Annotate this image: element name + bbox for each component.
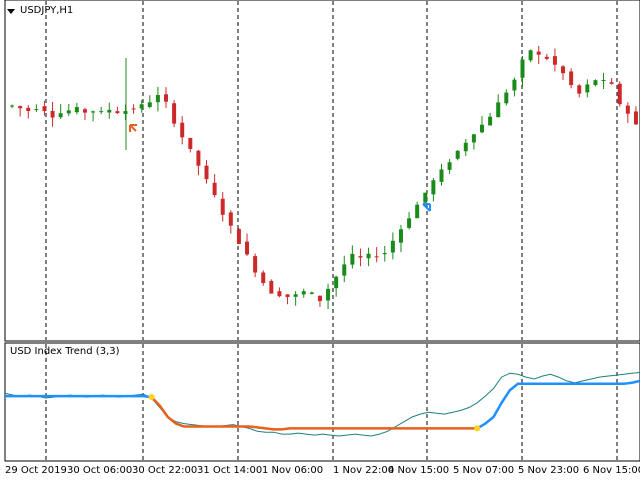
candle-body — [204, 165, 209, 180]
trend-line — [5, 394, 152, 399]
candle-body — [269, 280, 274, 294]
time-axis-label: 5 Nov 23:00 — [518, 465, 580, 476]
candle-body — [58, 113, 63, 118]
candle-body — [123, 111, 128, 114]
candle-body — [277, 291, 282, 297]
candle-body — [317, 295, 322, 302]
candle-body — [544, 56, 549, 59]
time-axis-label: 31 Oct 14:00 — [197, 465, 263, 476]
candle-body — [463, 142, 468, 152]
candle-body — [164, 94, 168, 102]
candle-body — [366, 253, 371, 259]
candle-body — [139, 104, 144, 109]
candle-body — [212, 182, 217, 196]
time-axis-label: 6 Nov 15:00 — [583, 465, 640, 476]
time-axis-label: 1 Nov 22:00 — [333, 465, 395, 476]
candle-body — [285, 294, 290, 298]
candle-body — [390, 240, 395, 253]
candle-body — [309, 292, 314, 294]
candle-body — [407, 218, 412, 228]
candle-body — [423, 192, 428, 203]
candle-body — [431, 180, 436, 195]
candle-body — [601, 79, 606, 81]
candle-body — [34, 109, 39, 111]
candle-body — [585, 84, 590, 93]
candle-body — [415, 204, 420, 219]
candle-body — [504, 92, 509, 104]
candle-body — [520, 59, 525, 78]
time-axis-label: 30 Oct 22:00 — [132, 465, 198, 476]
candle-body — [625, 105, 630, 114]
time-axis-label: 5 Nov 07:00 — [453, 465, 515, 476]
candle-body — [561, 66, 566, 74]
candle-body — [577, 85, 582, 94]
candle-body — [480, 124, 484, 133]
candle-body — [66, 110, 71, 114]
candle-body — [552, 56, 557, 65]
candle-body — [293, 294, 298, 297]
time-axis-label: 29 Oct 2019 — [5, 465, 67, 476]
candle-body — [180, 122, 185, 138]
indicator-panel[interactable] — [4, 342, 640, 462]
price-panel[interactable] — [4, 0, 640, 342]
candle-body — [172, 103, 177, 124]
candle-body — [50, 110, 55, 118]
candle-body — [131, 108, 136, 110]
candle-body — [358, 256, 363, 258]
candle-body — [147, 102, 152, 107]
candle-body — [350, 253, 355, 265]
candle-body — [115, 111, 120, 114]
candle-body — [155, 95, 160, 103]
candle-body — [261, 272, 266, 283]
candle-body — [82, 109, 87, 113]
candle-body — [334, 276, 339, 289]
candle-body — [91, 111, 96, 113]
time-axis-label: 1 Nov 06:00 — [262, 465, 324, 476]
candle-body — [593, 80, 598, 86]
candle-body — [99, 111, 104, 113]
candle-body — [301, 291, 306, 295]
candle-body — [528, 50, 533, 61]
candle-body — [42, 106, 47, 112]
candle-body — [382, 253, 387, 255]
time-axis-label: 4 Nov 15:00 — [388, 465, 450, 476]
signal-dot — [148, 394, 155, 401]
chart-canvas[interactable] — [0, 0, 640, 480]
candle-body — [236, 229, 241, 244]
candle-body — [228, 212, 233, 226]
candle-body — [447, 162, 452, 170]
candle-body — [74, 107, 79, 113]
candle-body — [488, 116, 493, 126]
candle-body — [18, 106, 23, 109]
chart-menu-arrow-icon[interactable] — [7, 9, 15, 14]
candle-body — [398, 229, 403, 243]
candle-body — [245, 241, 250, 255]
candle-body — [633, 111, 638, 125]
candle-body — [569, 71, 574, 86]
time-axis-label: 30 Oct 06:00 — [67, 465, 133, 476]
candle-body — [10, 105, 15, 107]
candle-body — [609, 82, 614, 84]
candle-body — [439, 169, 444, 182]
candle-body — [196, 150, 201, 166]
candle-body — [496, 102, 501, 118]
candle-body — [536, 51, 541, 55]
candle-body — [617, 83, 622, 105]
candle-body — [26, 107, 31, 112]
candle-body — [471, 134, 476, 143]
signal-dot — [474, 425, 481, 432]
candle-body — [512, 79, 517, 91]
indicator-panel-title: USD Index Trend (3,3) — [10, 346, 120, 357]
candle-body — [326, 288, 331, 301]
candle-body — [220, 198, 225, 215]
candle-body — [188, 137, 193, 149]
candle-body — [253, 256, 258, 273]
candle-body — [107, 109, 112, 113]
price-panel-title: USDJPY,H1 — [20, 5, 74, 16]
candle-body — [374, 256, 379, 258]
candle-body — [342, 264, 347, 276]
candle-body — [455, 150, 460, 159]
